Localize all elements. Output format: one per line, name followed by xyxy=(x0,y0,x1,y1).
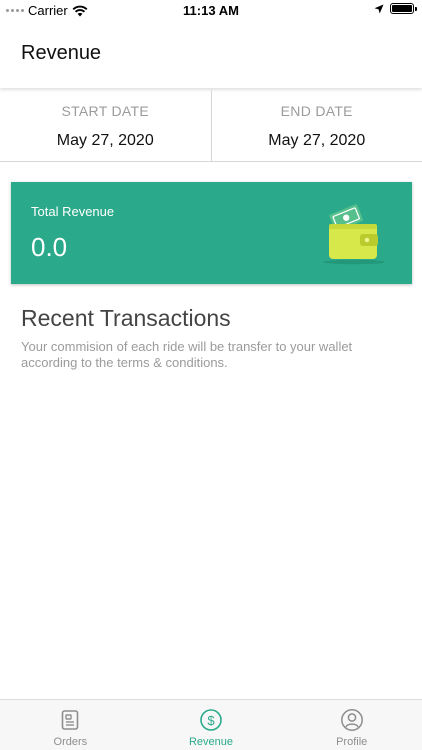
start-date-value: May 27, 2020 xyxy=(56,132,154,149)
tab-profile-label: Profile xyxy=(336,736,368,748)
location-arrow-icon xyxy=(374,4,384,13)
clock: 11:13 AM xyxy=(183,3,239,18)
tab-revenue[interactable]: $ Revenue xyxy=(141,700,282,750)
tab-revenue-label: Revenue xyxy=(188,736,234,748)
recent-transactions-description: Your commision of each ride will be tran… xyxy=(21,339,353,370)
recent-transactions-title: Recent Transactions xyxy=(21,305,231,331)
tab-orders[interactable]: Orders xyxy=(0,700,141,750)
battery-icon xyxy=(390,3,417,14)
wallet-icon xyxy=(323,204,385,265)
end-date-picker[interactable]: END DATE May 27, 2020 xyxy=(210,90,422,161)
total-revenue-card: Total Revenue 0.0 xyxy=(11,182,412,284)
total-revenue-value: 0.0 xyxy=(31,232,68,262)
end-date-value: May 27, 2020 xyxy=(268,132,366,149)
app-header: Revenue xyxy=(0,22,422,88)
svg-text:$: $ xyxy=(207,713,215,728)
tab-profile[interactable]: Profile xyxy=(281,700,422,750)
total-revenue-label: Total Revenue xyxy=(31,204,115,219)
status-right xyxy=(374,3,417,14)
orders-icon xyxy=(62,710,79,730)
date-range: START DATE May 27, 2020 END DATE May 27,… xyxy=(0,90,422,162)
dollar-circle-icon: $ xyxy=(200,709,222,731)
start-date-label: START DATE xyxy=(61,103,150,119)
profile-icon xyxy=(340,709,363,731)
tab-bar: Orders $ Revenue Profile xyxy=(0,699,422,750)
page-title: Revenue xyxy=(21,42,102,64)
tab-orders-label: Orders xyxy=(53,736,88,748)
status-bar: Carrier 11:13 AM xyxy=(0,0,422,22)
start-date-picker[interactable]: START DATE May 27, 2020 xyxy=(0,90,211,161)
end-date-label: END DATE xyxy=(280,103,353,119)
